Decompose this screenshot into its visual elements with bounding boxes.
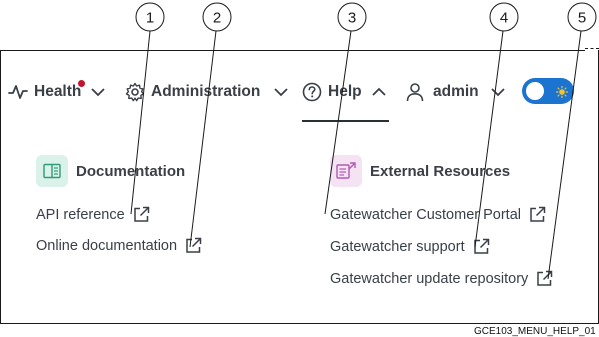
callout-number-2: 2 bbox=[213, 10, 221, 27]
callout-leader-2 bbox=[189, 30, 217, 248]
callout-leader-3 bbox=[324, 30, 352, 215]
callout-overlay: 1 2 3 4 5 bbox=[130, 2, 597, 280]
figure-reference: GCE103_MENU_HELP_01 bbox=[474, 326, 596, 337]
callout-number-4: 4 bbox=[500, 10, 508, 27]
callout-leader-5 bbox=[547, 30, 582, 280]
callout-leader-1 bbox=[130, 30, 151, 215]
callout-number-3: 3 bbox=[348, 10, 356, 27]
callout-number-5: 5 bbox=[578, 10, 586, 27]
callout-leader-4 bbox=[474, 30, 504, 248]
callout-number-1: 1 bbox=[146, 10, 154, 27]
